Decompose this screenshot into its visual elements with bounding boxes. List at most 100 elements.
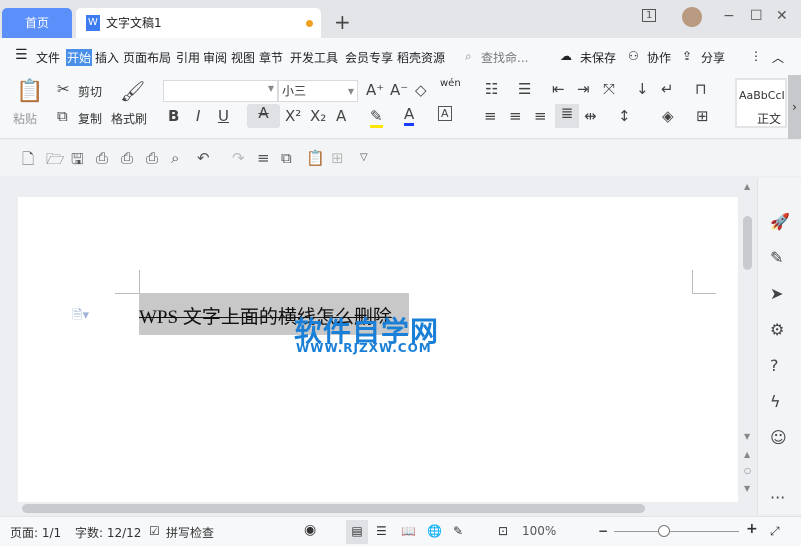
menu-developer[interactable]: 开发工具 bbox=[290, 49, 338, 66]
paste-qat-icon[interactable]: 📋 bbox=[306, 149, 325, 167]
strikethrough-icon[interactable]: A bbox=[247, 104, 280, 128]
table-icon[interactable]: ⊞ bbox=[331, 149, 344, 167]
subscript-icon[interactable]: X₂ bbox=[310, 107, 326, 125]
outline-view-icon[interactable]: ☰ bbox=[376, 524, 387, 538]
font-grow-icon[interactable]: A⁺ bbox=[366, 81, 384, 99]
fullscreen-icon[interactable]: ⤢ bbox=[770, 524, 780, 539]
highlight-icon[interactable]: ✎ bbox=[370, 107, 383, 128]
menu-view[interactable]: 视图 bbox=[231, 49, 255, 66]
bullet-list-icon[interactable]: ☷ bbox=[485, 80, 498, 98]
window-count-icon[interactable]: 1 bbox=[642, 9, 657, 22]
page-indicator[interactable]: 页面: 1/1 bbox=[10, 524, 61, 541]
align-center-icon[interactable]: ≡ bbox=[509, 107, 522, 125]
web-view-icon[interactable]: 🌐 bbox=[427, 524, 442, 538]
text-effect-icon[interactable]: A bbox=[336, 107, 346, 125]
undo-icon[interactable]: ↶ bbox=[197, 149, 210, 167]
line-spacing-icon[interactable]: ↕ bbox=[618, 107, 631, 125]
numbered-list-icon[interactable]: ☰ bbox=[518, 80, 531, 98]
menu-layout[interactable]: 页面布局 bbox=[123, 49, 171, 66]
zoom-out-button[interactable]: − bbox=[598, 524, 608, 538]
reading-view-icon[interactable]: 📖 bbox=[401, 524, 416, 538]
underline-icon[interactable]: U bbox=[218, 107, 229, 125]
zoom-in-button[interactable]: + bbox=[746, 521, 758, 537]
find-icon[interactable]: ⌕ bbox=[171, 149, 179, 167]
export-pdf-icon[interactable]: ⎙ bbox=[96, 149, 108, 167]
rocket-icon[interactable]: 🚀 bbox=[770, 212, 790, 231]
zoom-slider-thumb[interactable] bbox=[658, 525, 670, 537]
menu-references[interactable]: 引用 bbox=[176, 49, 200, 66]
clear-format-icon[interactable]: ◇ bbox=[415, 81, 427, 99]
paste-button[interactable]: 粘贴 bbox=[13, 110, 37, 127]
pinyin-icon[interactable]: wén bbox=[440, 78, 461, 89]
cut-button[interactable]: 剪切 bbox=[78, 83, 102, 100]
pen-icon[interactable]: ✎ bbox=[770, 248, 783, 267]
tab-home[interactable]: 首页 bbox=[2, 8, 72, 38]
cursor-icon[interactable]: ➤ bbox=[770, 284, 783, 303]
font-name-select[interactable]: ▼ bbox=[163, 80, 278, 102]
menu-review[interactable]: 审阅 bbox=[203, 49, 227, 66]
redo-icon[interactable]: ↷ bbox=[232, 149, 245, 167]
decrease-indent-icon[interactable]: ⇤ bbox=[552, 80, 565, 98]
save-icon[interactable]: 🖫 bbox=[71, 149, 84, 174]
fit-page-icon[interactable]: ⊡ bbox=[498, 524, 508, 538]
menu-file[interactable]: 文件 bbox=[36, 49, 60, 66]
new-tab-button[interactable]: + bbox=[334, 10, 351, 34]
customize-qat-icon[interactable]: ▽ bbox=[360, 152, 368, 163]
writing-mode-icon[interactable]: ✎ bbox=[453, 524, 463, 538]
font-shrink-icon[interactable]: A⁻ bbox=[390, 81, 408, 99]
font-color-icon[interactable]: A bbox=[404, 105, 415, 126]
font-size-select[interactable]: 小三 ▼ bbox=[278, 80, 358, 102]
word-count[interactable]: 字数: 12/12 bbox=[75, 524, 141, 541]
vertical-scroll-thumb[interactable] bbox=[743, 216, 752, 270]
bold-icon[interactable]: B bbox=[168, 107, 179, 125]
more-icon[interactable]: ⋮ bbox=[750, 49, 762, 63]
horizontal-scroll-thumb[interactable] bbox=[22, 504, 645, 513]
justify-icon[interactable]: ≣ bbox=[555, 104, 579, 128]
zoom-slider[interactable] bbox=[614, 531, 739, 532]
line-break-icon[interactable]: ↵ bbox=[661, 80, 674, 98]
collab-button[interactable]: 协作 bbox=[647, 49, 671, 66]
prev-page-icon[interactable]: ▲ bbox=[744, 450, 750, 459]
text-direction-icon[interactable]: ⤧ bbox=[603, 80, 615, 98]
format-painter-button[interactable]: 格式刷 bbox=[111, 110, 147, 127]
distribute-icon[interactable]: ⇹ bbox=[584, 107, 597, 125]
open-icon[interactable]: 🗁 bbox=[46, 149, 65, 174]
shading-icon[interactable]: ◈ bbox=[662, 107, 674, 125]
search-command-input[interactable]: 查找命... bbox=[481, 49, 528, 66]
align-left-icon[interactable]: ≡ bbox=[484, 107, 497, 125]
scroll-down-icon[interactable]: ▼ bbox=[744, 432, 750, 441]
copy-qat-icon[interactable]: ⧉ bbox=[281, 149, 292, 167]
align-right-icon[interactable]: ≡ bbox=[534, 107, 547, 125]
style-normal[interactable]: AaBbCcI 正文 bbox=[735, 78, 787, 128]
maximize-button[interactable]: ☐ bbox=[750, 8, 763, 24]
share-button[interactable]: 分享 bbox=[701, 49, 725, 66]
scroll-up-icon[interactable]: ▲ bbox=[744, 182, 750, 191]
settings-sliders-icon[interactable]: ⚙ bbox=[770, 320, 784, 339]
menu-insert[interactable]: 插入 bbox=[95, 49, 119, 66]
print-preview-icon[interactable]: ⎙ bbox=[146, 149, 158, 167]
eye-protection-icon[interactable]: ◉ bbox=[304, 522, 316, 538]
menu-chapter[interactable]: 章节 bbox=[259, 49, 283, 66]
paragraph-handle-icon[interactable]: 🗎▾ bbox=[72, 306, 89, 328]
lightning-icon[interactable]: ϟ bbox=[770, 392, 781, 411]
minimize-button[interactable]: − bbox=[723, 8, 735, 24]
avatar[interactable] bbox=[682, 7, 702, 27]
page-view-icon[interactable]: ▤ bbox=[346, 520, 368, 544]
collapse-ribbon-icon[interactable]: ︿ bbox=[772, 49, 784, 66]
robot-icon[interactable]: ☺ bbox=[770, 428, 787, 447]
menu-member[interactable]: 会员专享 bbox=[345, 49, 393, 66]
italic-icon[interactable]: I bbox=[196, 107, 200, 125]
unsaved-button[interactable]: 未保存 bbox=[580, 49, 616, 66]
more-options-icon[interactable]: ··· bbox=[770, 488, 785, 507]
increase-indent-icon[interactable]: ⇥ bbox=[577, 80, 590, 98]
spellcheck-button[interactable]: 拼写检查 bbox=[166, 524, 214, 541]
menu-home[interactable]: 开始 bbox=[66, 49, 93, 66]
new-doc-icon[interactable]: 🗋 bbox=[22, 149, 34, 174]
close-button[interactable]: ✕ bbox=[776, 8, 788, 24]
styles-scroll-button[interactable]: › bbox=[788, 75, 801, 139]
sort-icon[interactable]: ↓ bbox=[636, 80, 649, 98]
ruler-icon[interactable]: ⊓ bbox=[695, 80, 707, 98]
hamburger-menu-icon[interactable]: ☰ bbox=[15, 47, 28, 63]
select-browse-icon[interactable]: ○ bbox=[744, 466, 751, 475]
print-icon[interactable]: ⎙ bbox=[121, 149, 133, 167]
